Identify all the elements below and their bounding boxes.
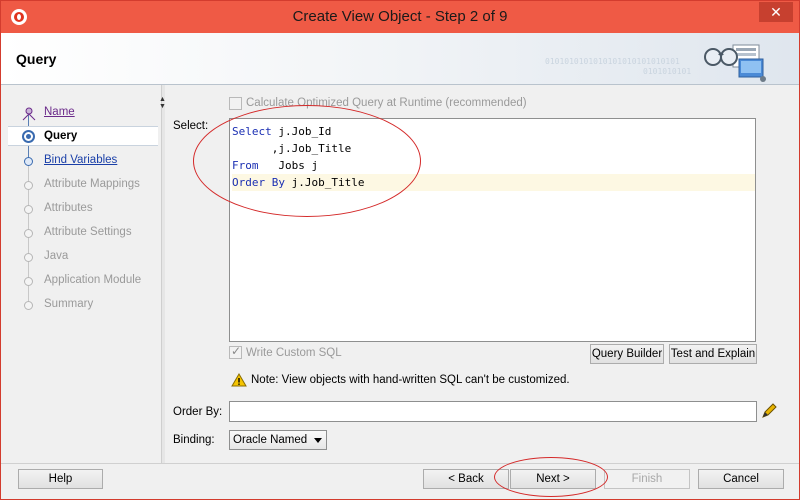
step-dot-icon xyxy=(24,301,33,310)
nav-step-label: Bind Variables xyxy=(44,154,118,166)
chevron-down-icon xyxy=(314,438,322,443)
note-text: Note: View objects with hand-written SQL… xyxy=(251,374,570,386)
edit-pencil-icon[interactable] xyxy=(760,402,778,420)
sql-line: ,j.Job_Title xyxy=(232,142,352,155)
step-title: Query xyxy=(16,51,57,67)
nav-step-application-module: Application Module xyxy=(8,271,158,291)
collapse-grip-icon[interactable]: ▲ ▼ xyxy=(159,96,166,110)
nav-step-label: Query xyxy=(44,130,78,142)
title-bar[interactable]: Create View Object - Step 2 of 9 ✕ xyxy=(1,1,799,33)
sql-line: Select j.Job_Id xyxy=(232,125,332,138)
dialog-window: Create View Object - Step 2 of 9 ✕ Query… xyxy=(0,0,800,500)
current-step-icon xyxy=(22,130,35,143)
nav-step-bind-variables[interactable]: Bind Variables xyxy=(8,151,158,171)
next-button[interactable]: Next > xyxy=(510,469,596,489)
warning-icon xyxy=(231,373,247,387)
cancel-button[interactable]: Cancel xyxy=(698,469,784,489)
sql-editor[interactable]: Select j.Job_Id ,j.Job_Title From Jobs j… xyxy=(229,118,756,342)
dialog-footer: Help < Back Next > Finish Cancel xyxy=(1,463,799,499)
step-dot-icon xyxy=(24,157,33,166)
step-dot-icon xyxy=(24,205,33,214)
order-by-input[interactable] xyxy=(229,401,757,422)
binding-label: Binding: xyxy=(173,434,215,446)
person-icon xyxy=(22,107,36,121)
nav-step-label: Summary xyxy=(44,298,94,310)
nav-step-query[interactable]: Query xyxy=(8,126,158,146)
nav-step-label: Attributes xyxy=(44,202,93,214)
nav-step-java: Java xyxy=(8,247,158,267)
calculate-optimized-label: Calculate Optimized Query at Runtime (re… xyxy=(246,97,527,109)
step-dot-icon xyxy=(24,253,33,262)
order-by-label: Order By: xyxy=(173,406,223,418)
window-title: Create View Object - Step 2 of 9 xyxy=(292,8,508,25)
binding-select-value: Oracle Named xyxy=(233,434,308,446)
step-dot-icon xyxy=(24,181,33,190)
help-button[interactable]: Help xyxy=(18,469,103,489)
step-dot-icon xyxy=(24,277,33,286)
write-custom-sql-checkbox[interactable] xyxy=(229,344,242,359)
view-object-wizard-icon xyxy=(704,44,766,82)
step-dot-icon xyxy=(24,229,33,238)
nav-step-label: Application Module xyxy=(44,274,142,286)
nav-step-summary: Summary xyxy=(8,295,158,315)
calculate-optimized-checkbox[interactable] xyxy=(229,97,242,110)
sql-line-current: Order By j.Job_Title xyxy=(232,174,755,191)
select-label: Select: xyxy=(173,120,209,132)
header-binary-decoration: 0101010101010101010101010101 xyxy=(545,57,680,66)
wizard-steps-nav: Name Query Bind Variables Attribute Mapp… xyxy=(8,93,161,461)
nav-step-label: Attribute Mappings xyxy=(44,178,140,190)
back-button[interactable]: < Back xyxy=(423,469,509,489)
query-builder-button[interactable]: Query Builder xyxy=(590,344,664,364)
header-binary-decoration-2: 0101010101 xyxy=(643,67,692,76)
nav-step-attribute-mappings: Attribute Mappings xyxy=(8,175,158,195)
step-header: Query 0101010101010101010101010101 01010… xyxy=(1,33,799,85)
query-panel: Calculate Optimized Query at Runtime (re… xyxy=(166,86,799,463)
finish-button: Finish xyxy=(604,469,690,489)
nav-step-label: Name xyxy=(44,106,75,118)
write-custom-sql-label: Write Custom SQL xyxy=(246,347,342,359)
nav-step-attribute-settings: Attribute Settings xyxy=(8,223,158,243)
nav-step-attributes: Attributes xyxy=(8,199,158,219)
panel-splitter[interactable] xyxy=(161,85,165,463)
binding-select[interactable]: Oracle Named xyxy=(229,430,327,450)
sql-line: From Jobs j xyxy=(232,159,319,172)
nav-step-name[interactable]: Name xyxy=(8,103,158,123)
test-and-explain-button[interactable]: Test and Explain xyxy=(669,344,757,364)
nav-step-label: Attribute Settings xyxy=(44,226,132,238)
nav-step-label: Java xyxy=(44,250,69,262)
close-button[interactable]: ✕ xyxy=(759,2,793,22)
